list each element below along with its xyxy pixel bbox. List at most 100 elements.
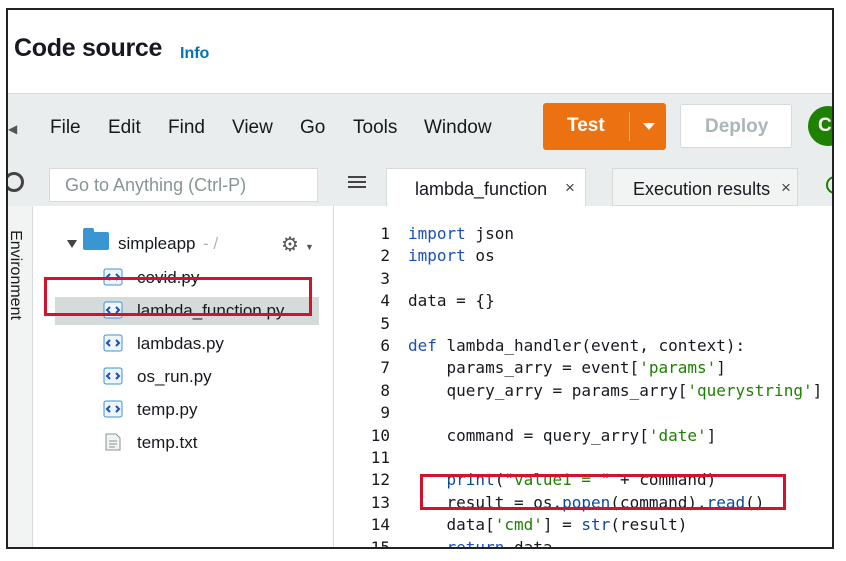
menu-view[interactable]: View — [232, 117, 273, 139]
line-number: 1 — [380, 224, 390, 243]
connection-status-button[interactable]: C — [808, 106, 832, 146]
file-name: temp.txt — [137, 433, 198, 452]
folder-path: - / — [203, 234, 219, 253]
file-name: lambdas.py — [137, 334, 224, 353]
file-tree: simpleapp - / ⚙ ▼ covid.py lambda_functi… — [33, 206, 334, 547]
chevron-down-icon[interactable] — [643, 123, 655, 130]
environment-label: Environment — [6, 230, 24, 320]
panel-toggle-icon[interactable] — [348, 176, 366, 190]
menu-edit[interactable]: Edit — [108, 117, 141, 139]
tab-lambda-function[interactable]: lambda_function × — [386, 168, 586, 206]
code-token: os — [465, 246, 495, 266]
line-number-gutter: 1 2 3 4 5 6 7 8 9 10 11 12 13 14 15 — [334, 206, 390, 549]
line-number: 11 — [370, 448, 390, 467]
highlight-box-file — [44, 277, 312, 316]
code-token: data[ — [408, 515, 495, 535]
page-title: Code source — [14, 34, 163, 62]
line-number: 14 — [370, 515, 390, 535]
close-icon[interactable]: × — [565, 178, 575, 198]
menu-go[interactable]: Go — [300, 117, 325, 139]
line-number: 6 — [380, 336, 390, 355]
code-token: 'cmd' — [494, 515, 543, 535]
search-icon[interactable] — [8, 172, 24, 192]
ide-menubar: ◀ File Edit Find View Go Tools Window Te… — [8, 93, 832, 162]
code-token: lambda_handler(event, context): — [436, 336, 746, 355]
tab-label: Execution results — [633, 179, 771, 199]
line-number: 8 — [380, 380, 390, 400]
section-header: Code source Info — [8, 10, 832, 92]
deploy-button-label: Deploy — [705, 116, 769, 137]
file-name: temp.py — [137, 400, 198, 419]
code-token: data = {} — [408, 291, 495, 311]
code-token: 'params' — [639, 358, 717, 378]
menu-window[interactable]: Window — [424, 117, 492, 139]
menu-tools[interactable]: Tools — [353, 117, 397, 139]
close-icon[interactable]: × — [781, 178, 791, 198]
file-name: os_run.py — [137, 367, 212, 386]
gear-icon[interactable]: ⚙ — [281, 232, 299, 257]
test-button-label: Test — [567, 115, 605, 136]
code-line[interactable]: query_arry = params_arry['querystring'] — [408, 380, 823, 400]
menu-file[interactable]: File — [50, 117, 81, 139]
line-number: 10 — [370, 425, 390, 445]
info-link[interactable]: Info — [180, 45, 209, 63]
code-token: import — [408, 224, 466, 243]
code-line[interactable]: import json — [408, 224, 514, 243]
line-number: 7 — [380, 358, 390, 378]
code-line[interactable]: params_arry = event['params'] — [408, 358, 726, 377]
test-button-divider — [629, 112, 630, 141]
toolbar-tabs-row: lambda_function × Execution results × — [8, 162, 832, 206]
text-file-icon — [105, 433, 121, 451]
code-token: import — [408, 246, 466, 266]
code-token: def — [408, 336, 437, 355]
python-file-icon — [103, 334, 123, 352]
code-line[interactable]: data['cmd'] = str(result) — [408, 515, 688, 535]
code-token: json — [465, 224, 514, 243]
collapse-arrow-icon[interactable]: ◀ — [8, 122, 17, 136]
test-button[interactable]: Test — [543, 103, 666, 150]
line-number: 12 — [370, 470, 390, 490]
code-token: 'querystring' — [687, 380, 813, 400]
chevron-down-icon[interactable] — [67, 240, 77, 248]
menu-find[interactable]: Find — [168, 117, 205, 139]
line-number: 13 — [370, 492, 390, 512]
tab-execution-results[interactable]: Execution results × — [612, 168, 798, 206]
line-number: 9 — [380, 403, 390, 423]
tab-label: lambda_function — [415, 179, 548, 199]
code-token: ] — [812, 380, 823, 400]
line-number: 2 — [380, 246, 390, 266]
add-tab-icon[interactable] — [826, 176, 832, 194]
code-line[interactable]: command = query_arry['date'] — [408, 425, 717, 445]
code-token: params_arry = event[ — [408, 358, 640, 378]
code-token: ] — [706, 425, 717, 445]
folder-name[interactable]: simpleapp — [118, 234, 196, 254]
environment-sidebar-tab[interactable]: Environment — [6, 206, 33, 547]
line-number: 15 — [370, 537, 390, 549]
python-file-icon — [103, 400, 123, 418]
python-file-icon — [103, 367, 123, 385]
search-field[interactable] — [49, 168, 318, 202]
code-token: return — [446, 537, 505, 549]
highlight-box-code-line — [420, 474, 786, 510]
code-token: str — [581, 515, 611, 535]
line-number: 4 — [380, 291, 390, 311]
code-token: ] — [716, 358, 726, 378]
code-token: ] = — [542, 515, 582, 535]
code-token: command = query_arry[ — [408, 425, 649, 445]
code-line[interactable]: data = {} — [408, 291, 495, 310]
connection-status-label: C — [818, 115, 832, 136]
code-token: query_arry = params_arry[ — [408, 380, 688, 400]
code-line[interactable]: import os — [408, 246, 495, 265]
code-line[interactable]: def lambda_handler(event, context): — [408, 336, 745, 355]
line-number: 3 — [380, 268, 390, 288]
search-input[interactable] — [50, 169, 317, 201]
code-token: data — [504, 537, 553, 549]
deploy-button[interactable]: Deploy — [680, 104, 792, 148]
caret-down-icon[interactable]: ▼ — [305, 242, 314, 252]
code-line[interactable]: return data — [408, 537, 553, 549]
code-token: 'date' — [648, 425, 707, 445]
line-number: 5 — [380, 313, 390, 333]
folder-icon — [83, 228, 109, 250]
code-token: (result) — [610, 515, 688, 535]
